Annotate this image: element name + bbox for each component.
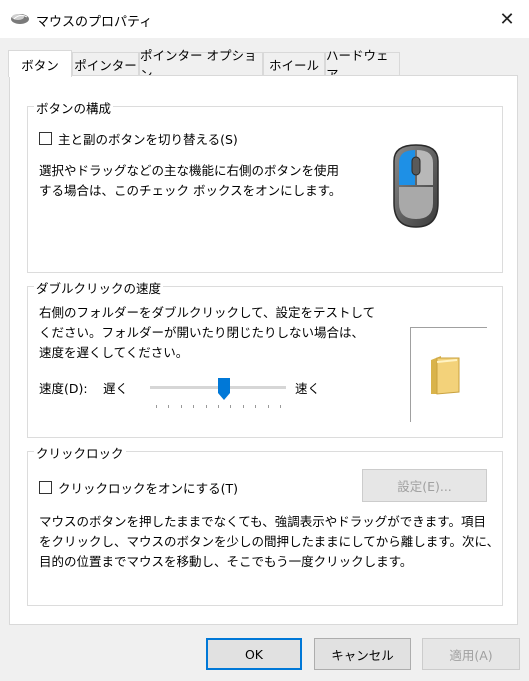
double-click-description: 右側のフォルダーをダブルクリックして、設定をテストして ください。フォルダーが開… (39, 305, 376, 360)
folder-icon[interactable] (429, 354, 461, 396)
button-config-description: 選択やドラッグなどの主な機能に右側のボタンを使用 する場合は、このチェック ボッ… (39, 163, 342, 198)
group-title: クリックロック (34, 443, 126, 462)
dialog-body: ボタン ポインター ポインター オプション ホイール ハードウェア ボタンの構成… (0, 38, 529, 681)
slider-tick (218, 405, 219, 408)
slow-label: 遅く (103, 381, 129, 396)
tab-hardware[interactable]: ハードウェア (325, 48, 400, 82)
tab-wheel[interactable]: ホイール (263, 52, 325, 75)
click-lock-group: クリックロック クリックロックをオンにする(T) 設定(E)... マウスのボタ… (27, 443, 503, 606)
slider-tick (242, 405, 244, 408)
slider-tick (180, 405, 182, 408)
title-bar: マウスのプロパティ ✕ (0, 0, 529, 38)
mouse-illustration-icon (393, 144, 439, 228)
group-title: ボタンの構成 (34, 98, 114, 117)
slider-tick (205, 405, 207, 408)
slider-tick (168, 405, 170, 408)
cancel-button[interactable]: キャンセル (314, 638, 411, 670)
slider-tick (255, 405, 257, 408)
tab-panel: ボタンの構成 主と副のボタンを切り替える(S) 選択やドラッグなどの主な機能に右… (9, 75, 518, 625)
close-button[interactable]: ✕ (485, 0, 529, 38)
ok-button[interactable]: OK (206, 638, 302, 670)
test-area[interactable] (410, 327, 487, 422)
switch-buttons-checkbox[interactable]: 主と副のボタンを切り替える(S) (39, 129, 238, 148)
tab-buttons[interactable]: ボタン (8, 50, 72, 77)
group-title: ダブルクリックの速度 (34, 278, 164, 297)
slider-tick (267, 405, 269, 408)
checkbox-label: クリックロックをオンにする(T) (58, 481, 239, 496)
slider-tick (156, 405, 157, 408)
slider-tick (193, 405, 195, 408)
slider-tick (230, 405, 232, 408)
speed-label: 速度(D): (39, 381, 88, 396)
slider-ticks (150, 405, 286, 409)
close-icon: ✕ (499, 8, 515, 30)
slider-thumb[interactable] (218, 378, 231, 400)
checkbox-label: 主と副のボタンを切り替える(S) (58, 132, 238, 147)
slider-tick (280, 405, 281, 408)
speed-slider[interactable] (150, 377, 286, 409)
double-click-group: ダブルクリックの速度 右側のフォルダーをダブルクリックして、設定をテストして く… (27, 278, 503, 438)
tab-pointers[interactable]: ポインター (72, 52, 139, 75)
fast-label: 速く (295, 381, 321, 396)
button-config-group: ボタンの構成 主と副のボタンを切り替える(S) 選択やドラッグなどの主な機能に右… (27, 98, 503, 273)
window-title: マウスのプロパティ (36, 15, 153, 30)
click-lock-settings-button[interactable]: 設定(E)... (362, 469, 487, 502)
checkbox-box[interactable] (39, 481, 52, 494)
click-lock-description: マウスのボタンを押したままでなくても、強調表示やドラッグができます。項目 をクリ… (39, 514, 500, 569)
checkbox-box[interactable] (39, 132, 52, 145)
click-lock-checkbox[interactable]: クリックロックをオンにする(T) (39, 478, 238, 497)
apply-button[interactable]: 適用(A) (422, 638, 520, 670)
mouse-icon (11, 14, 29, 24)
tab-pointer-options[interactable]: ポインター オプション (139, 48, 263, 82)
